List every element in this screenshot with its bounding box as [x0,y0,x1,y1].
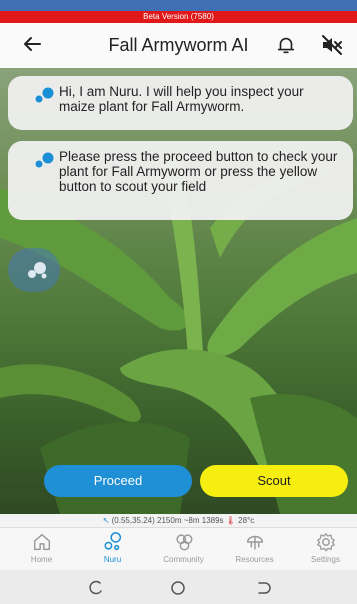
camera-preview[interactable]: Hi, I am Nuru. I will help you inspect y… [0,68,357,514]
nuru-chat-icon [35,152,54,168]
nav-item-community[interactable]: Community [148,531,219,564]
app-bar: Fall Armyworm AI [0,23,357,68]
back-button-icon[interactable] [255,580,271,596]
community-icon [175,534,193,551]
recents-icon[interactable] [88,580,104,596]
chat-message: Please press the proceed button to check… [59,149,338,194]
gps-status-bar: ↖ (0.55,35.24) 2150m ~8m 1389s 🌡 28°c [0,514,357,527]
chat-bubble: Please press the proceed button to check… [8,141,353,220]
nav-item-home[interactable]: Home [6,531,77,564]
location-icon: ↖ [102,516,110,525]
page-title: Fall Armyworm AI [108,35,249,55]
nuru-assistant-icon [28,262,47,279]
scout-button[interactable]: Scout [200,465,348,497]
nuru-chat-icon [35,87,54,103]
floating-assistant-button[interactable] [8,248,60,292]
gps-time: 1389s [201,516,224,525]
home-icon [33,533,50,551]
system-nav-bar [0,570,357,604]
gps-accuracy: ~8m [183,516,200,525]
nuru-icon [103,532,121,551]
bottom-nav: Home Nuru Community Resources Settings [0,527,357,570]
gps-coords: (0.55,35.24) [111,516,155,525]
beta-banner: Beta Version (7580) [0,11,357,23]
chat-bubble: Hi, I am Nuru. I will help you inspect y… [8,76,353,130]
resources-icon [246,535,263,550]
temperature: 28°c [238,516,255,525]
mute-icon[interactable] [320,33,344,57]
home-button-icon[interactable] [170,580,186,596]
gps-altitude: 2150m [157,516,182,525]
proceed-button[interactable]: Proceed [44,465,192,497]
nav-item-settings[interactable]: Settings [290,531,357,564]
chat-message: Hi, I am Nuru. I will help you inspect y… [59,84,304,114]
nav-item-nuru[interactable]: Nuru [77,531,148,564]
bell-icon[interactable] [275,34,297,56]
nav-item-resources[interactable]: Resources [219,531,290,564]
thermometer-icon: 🌡 [225,516,236,525]
settings-icon [316,533,335,552]
status-bar [0,0,357,11]
